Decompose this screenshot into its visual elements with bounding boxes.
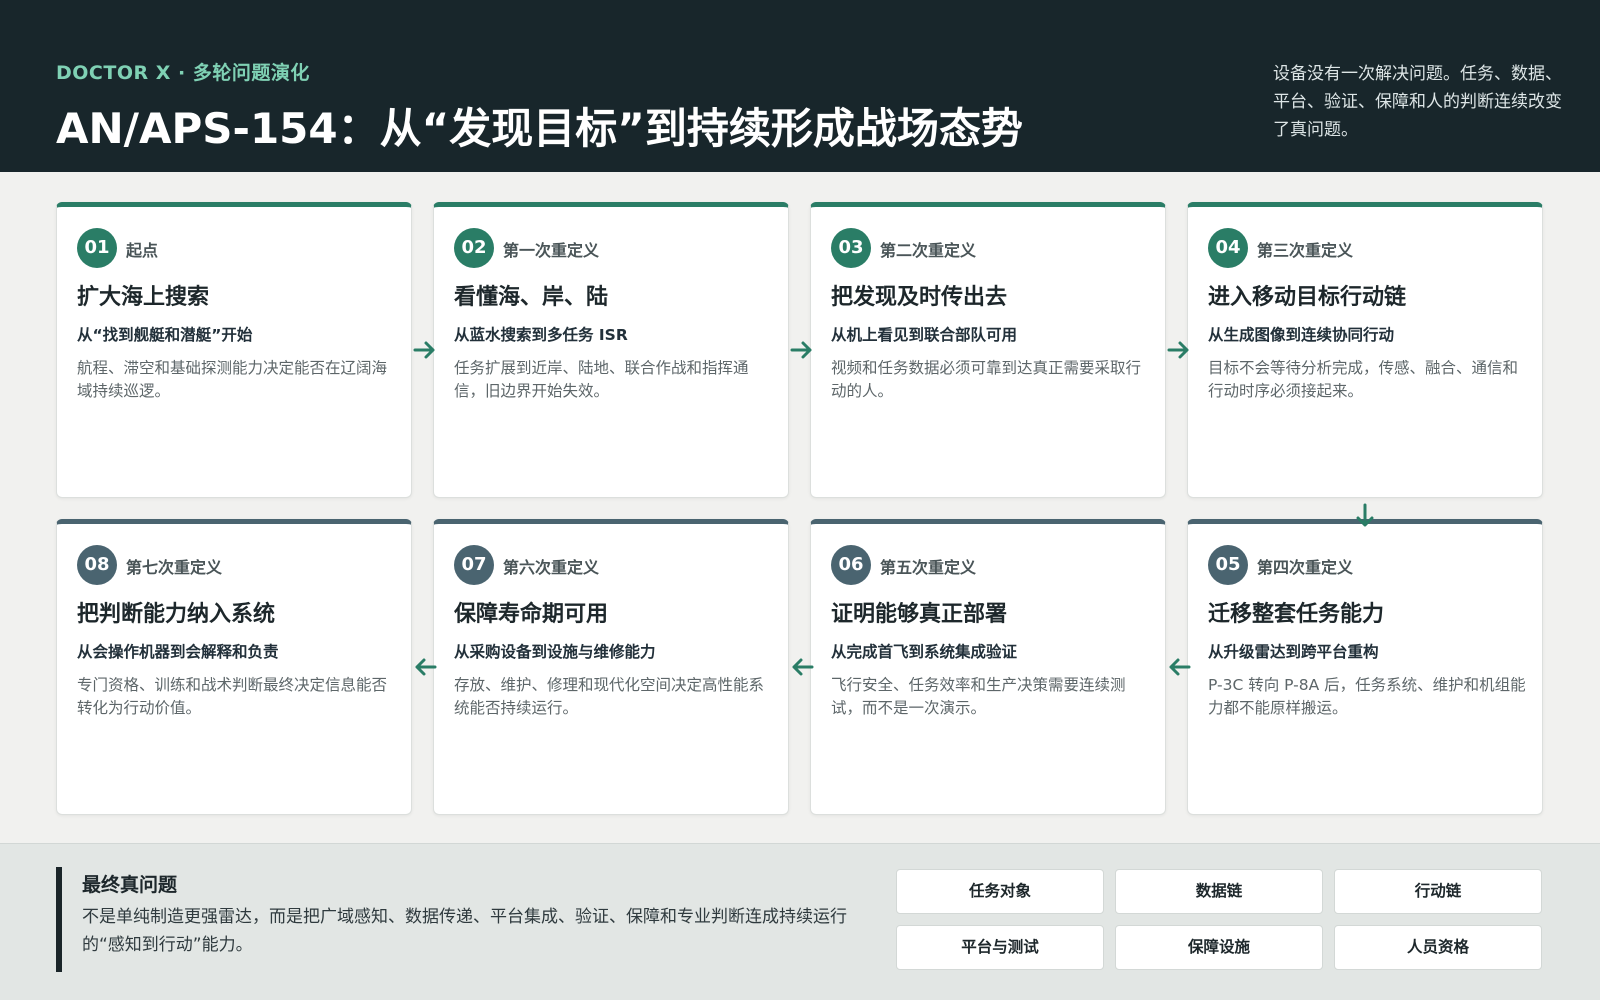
stage-title: 迁移整套任务能力 [1208, 602, 1385, 627]
stage-card-01: 01 起点 扩大海上搜索 从“找到舰艇和潜艇”开始 航程、滞空和基础探测能力决定… [56, 202, 412, 498]
stage-title: 进入移动目标行动链 [1208, 285, 1407, 310]
stage-card-02: 02 第一次重定义 看懂海、岸、陆 从蓝水搜索到多任务 ISR 任务扩展到近岸、… [433, 202, 789, 498]
arrow-down-icon [1356, 503, 1374, 527]
stage-label: 起点 [126, 241, 159, 260]
stage-subtitle: 从蓝水搜索到多任务 ISR [454, 326, 628, 344]
stage-description: 目标不会等待分析完成，传感、融合、通信和行动时序必须接起来。 [1208, 359, 1519, 400]
stage-number-badge: 04 [1208, 228, 1248, 268]
stage-description: 视频和任务数据必须可靠到达真正需要采取行动的人。 [831, 359, 1142, 400]
stage-title: 证明能够真正部署 [831, 602, 1008, 627]
stage-label: 第六次重定义 [503, 558, 600, 577]
page-title: AN/APS-154：从“发现目标”到持续形成战场态势 [56, 104, 1023, 153]
stage-title: 保障寿命期可用 [454, 602, 609, 627]
stage-description: P-3C 转向 P-8A 后，任务系统、维护和机组能力都不能原样搬运。 [1208, 676, 1526, 717]
stage-subtitle: 从升级雷达到跨平台重构 [1208, 643, 1379, 661]
eyebrow-label: DOCTOR X · 多轮问题演化 [56, 62, 310, 84]
stage-number-badge: 02 [454, 228, 494, 268]
stage-subtitle: 从生成图像到连续协同行动 [1208, 326, 1395, 344]
stage-description: 飞行安全、任务效率和生产决策需要连续测试，而不是一次演示。 [831, 676, 1126, 717]
arrow-right-icon [1167, 341, 1189, 359]
stage-card-03: 03 第二次重定义 把发现及时传出去 从机上看见到联合部队可用 视频和任务数据必… [810, 202, 1166, 498]
stage-title: 把判断能力纳入系统 [77, 602, 276, 627]
stage-description: 专门资格、训练和战术判断最终决定信息能否转化为行动价值。 [77, 676, 388, 717]
stage-label: 第一次重定义 [503, 241, 600, 260]
stage-description: 航程、滞空和基础探测能力决定能否在辽阔海域持续巡逻。 [77, 359, 388, 400]
stage-number-badge: 08 [77, 545, 117, 585]
tag-data-link: 数据链 [1115, 869, 1323, 914]
arrow-right-icon [790, 341, 812, 359]
tag-support-facility: 保障设施 [1115, 925, 1323, 970]
stage-label: 第五次重定义 [880, 558, 977, 577]
stage-title: 看懂海、岸、陆 [454, 285, 609, 310]
stage-number-badge: 01 [77, 228, 117, 268]
arrow-left-icon [415, 658, 437, 676]
stage-label: 第二次重定义 [880, 241, 977, 260]
tag-personnel-qualification: 人员资格 [1334, 925, 1542, 970]
stage-title: 扩大海上搜索 [77, 285, 210, 310]
stage-number-badge: 03 [831, 228, 871, 268]
arrow-left-icon [792, 658, 814, 676]
stage-label: 第三次重定义 [1257, 241, 1354, 260]
stage-subtitle: 从采购设备到设施与维修能力 [454, 643, 656, 661]
stage-number-badge: 07 [454, 545, 494, 585]
stage-card-04: 04 第三次重定义 进入移动目标行动链 从生成图像到连续协同行动 目标不会等待分… [1187, 202, 1543, 498]
footer-accent-bar [56, 867, 62, 972]
stage-description: 存放、维护、修理和现代化空间决定高性能系统能否持续运行。 [454, 676, 765, 717]
stage-card-05: 05 第四次重定义 迁移整套任务能力 从升级雷达到跨平台重构 P-3C 转向 P… [1187, 519, 1543, 815]
stage-title: 把发现及时传出去 [831, 285, 1008, 310]
footer-summary: 不是单纯制造更强雷达，而是把广域感知、数据传递、平台集成、验证、保障和专业判断连… [82, 907, 847, 955]
arrow-left-icon [1169, 658, 1191, 676]
stage-number-badge: 05 [1208, 545, 1248, 585]
arrow-right-icon [413, 341, 435, 359]
stage-subtitle: 从机上看见到联合部队可用 [831, 326, 1018, 344]
stage-card-06: 06 第五次重定义 证明能够真正部署 从完成首飞到系统集成验证 飞行安全、任务效… [810, 519, 1166, 815]
stage-subtitle: 从完成首飞到系统集成验证 [831, 643, 1018, 661]
stage-number-badge: 06 [831, 545, 871, 585]
stage-card-07: 07 第六次重定义 保障寿命期可用 从采购设备到设施与维修能力 存放、维护、修理… [433, 519, 789, 815]
stage-label: 第七次重定义 [126, 558, 223, 577]
stage-card-08: 08 第七次重定义 把判断能力纳入系统 从会操作机器到会解释和负责 专门资格、训… [56, 519, 412, 815]
tag-platform-test: 平台与测试 [896, 925, 1104, 970]
footer-title: 最终真问题 [82, 874, 178, 896]
stage-subtitle: 从会操作机器到会解释和负责 [77, 643, 279, 661]
tag-action-chain: 行动链 [1334, 869, 1542, 914]
header-note: 设备没有一次解决问题。任务、数据、平台、验证、保障和人的判断连续改变了真问题。 [1273, 64, 1562, 140]
stage-subtitle: 从“找到舰艇和潜艇”开始 [77, 326, 253, 344]
tag-mission-object: 任务对象 [896, 869, 1104, 914]
stage-description: 任务扩展到近岸、陆地、联合作战和指挥通信，旧边界开始失效。 [454, 359, 749, 400]
stage-label: 第四次重定义 [1257, 558, 1354, 577]
